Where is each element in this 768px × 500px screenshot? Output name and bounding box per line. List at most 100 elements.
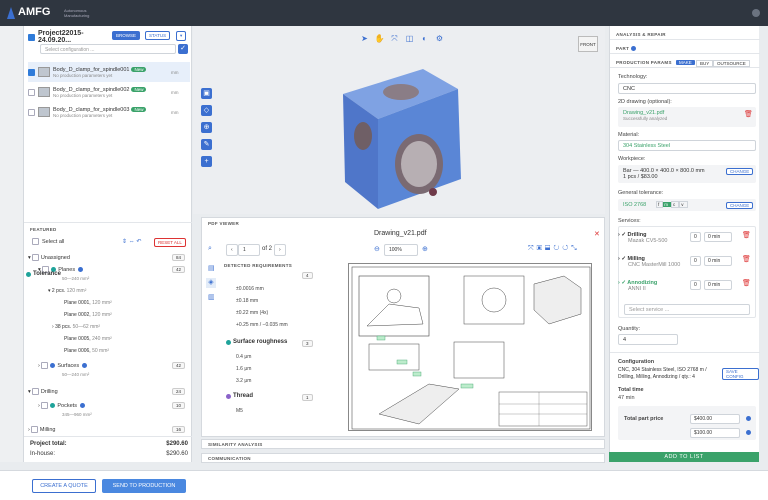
3d-model[interactable] xyxy=(333,64,473,214)
tree-row[interactable]: › Milling xyxy=(28,426,56,433)
buy-tab[interactable]: BUY xyxy=(696,60,714,67)
similarity-analysis-bar[interactable]: SIMILARITY ANALYSIS xyxy=(201,439,605,449)
service-time[interactable]: 0 min xyxy=(704,280,732,290)
confirm-check-icon[interactable]: ✓ xyxy=(178,44,188,54)
hand-icon[interactable]: ✋ xyxy=(374,33,385,44)
part-item[interactable]: Body_D_clamp_for_spindle001 New No produc… xyxy=(28,62,190,82)
service-drilling[interactable]: › ✓ Drilling Mazak CV5-500 xyxy=(618,232,756,244)
pointer-icon[interactable]: ➤ xyxy=(359,33,370,44)
config-select[interactable]: Select configuration ... xyxy=(40,44,176,54)
communication-bar[interactable]: COMMUNICATION xyxy=(201,453,605,463)
requirement-item[interactable]: 3.2 μm xyxy=(236,378,326,384)
section-icon[interactable]: ◫ xyxy=(404,33,415,44)
info-icon[interactable] xyxy=(79,403,85,408)
part-checkbox[interactable] xyxy=(28,108,35,116)
gear-icon[interactable]: ⚙ xyxy=(434,33,445,44)
project-checkbox[interactable] xyxy=(28,33,35,41)
requirement-item[interactable]: +0.25 mm / −0.035 mm xyxy=(236,322,326,328)
zoom-select[interactable]: 100% xyxy=(384,244,418,256)
zoom-out-icon[interactable]: ⊖ xyxy=(374,245,380,253)
technical-drawing[interactable] xyxy=(348,263,592,431)
expand-collapse-icon[interactable]: ⇕ ⇔ ↶ xyxy=(122,238,141,245)
display-mode-icon[interactable]: ◐ xyxy=(419,33,430,44)
part-checkbox[interactable] xyxy=(28,88,35,96)
fit-view-icon[interactable]: ⤧ xyxy=(389,33,400,44)
requirement-item[interactable]: 0.4 μm xyxy=(236,354,326,360)
price-input-2[interactable]: $100.00 xyxy=(690,428,740,438)
requirement-item[interactable]: M5 xyxy=(236,408,326,414)
part-item[interactable]: Body_D_clamp_for_spindle002 New No produc… xyxy=(28,82,190,102)
requirement-item[interactable]: 1.6 μm xyxy=(236,366,326,372)
outsource-tab[interactable]: OUTSOURCE xyxy=(713,60,750,67)
requirement-item[interactable]: ±0.0016 mm xyxy=(236,286,326,292)
part-bar[interactable]: PART xyxy=(610,44,760,54)
info-icon[interactable] xyxy=(82,363,88,368)
requirement-item[interactable]: ±0.22 mm (4x) xyxy=(236,310,326,316)
tree-row[interactable]: Plane 0001, 120 mm² xyxy=(64,300,112,306)
select-service[interactable]: Select service ... xyxy=(624,304,750,315)
tree-row[interactable]: ▾ Unassigned xyxy=(28,254,70,261)
trash-icon[interactable]: 🗑 xyxy=(744,110,753,118)
service-qty[interactable]: 0 xyxy=(690,256,701,266)
info-icon[interactable] xyxy=(746,430,751,435)
view-cube[interactable]: FRONT xyxy=(578,36,598,52)
analysis-repair-bar[interactable]: ANALYSIS & REPAIR xyxy=(610,30,760,40)
tree-row[interactable]: ▾ 2 pcs. 120 mm² xyxy=(48,288,86,294)
layers-icon[interactable]: ◇ xyxy=(201,105,212,116)
tree-row[interactable]: › Pockets xyxy=(38,402,85,409)
send-to-production-button[interactable]: SEND TO PRODUCTION xyxy=(102,479,186,493)
chevron-down-icon[interactable]: ▾ xyxy=(176,31,187,41)
service-qty[interactable]: 0 xyxy=(690,232,701,242)
page-input[interactable]: 1 xyxy=(238,244,260,256)
create-quote-button[interactable]: CREATE A QUOTE xyxy=(32,479,96,493)
part-checkbox[interactable] xyxy=(28,68,35,76)
bookmark-icon[interactable]: ▥ xyxy=(208,293,215,301)
service-annodizing[interactable]: › ✓ Annodizing ANNI II xyxy=(618,280,756,292)
tree-row[interactable]: › 38 pcs. 50—62 mm² xyxy=(52,324,100,330)
quantity-select[interactable]: 4 xyxy=(618,334,678,345)
save-config-button[interactable]: SAVE CONFIG xyxy=(722,368,759,380)
part-item[interactable]: Body_D_clamp_for_spindle003 New No produc… xyxy=(28,102,190,122)
status-button[interactable]: STATUS xyxy=(145,31,171,40)
price-input-1[interactable]: $400.00 xyxy=(690,414,740,424)
tree-row[interactable]: Plane 0006, 50 mm² xyxy=(64,348,109,354)
tree-row[interactable]: Plane 0002, 120 mm² xyxy=(64,312,112,318)
next-page-button[interactable]: › xyxy=(274,244,286,256)
trash-icon[interactable]: 🗑 xyxy=(742,255,751,263)
service-milling[interactable]: › ✓ Milling CNC MasterMill 1000 xyxy=(618,256,756,268)
requirements-icon[interactable]: ◈ xyxy=(206,278,216,288)
service-time[interactable]: 0 min xyxy=(704,232,732,242)
change-workpiece-button[interactable]: CHANGE xyxy=(726,168,754,175)
tree-row[interactable]: ▾ Drilling xyxy=(28,388,58,395)
tree-row[interactable]: Plane 0005, 240 mm² xyxy=(64,336,112,342)
search-icon[interactable]: ⌕ xyxy=(208,245,212,253)
3d-viewer[interactable] xyxy=(193,26,605,214)
info-icon[interactable] xyxy=(746,416,751,421)
pdf-tools-icons[interactable]: ⤧▣⬓↻↺⤡ xyxy=(528,245,580,253)
technology-select[interactable]: CNC xyxy=(618,83,756,94)
user-avatar[interactable] xyxy=(752,9,760,17)
select-all-checkbox[interactable] xyxy=(32,238,39,245)
make-tab[interactable]: MAKE xyxy=(676,60,695,65)
plus-icon[interactable]: + xyxy=(201,156,212,167)
add-to-list-button[interactable]: ADD TO LIST xyxy=(609,452,759,462)
target-icon[interactable]: ⊕ xyxy=(201,122,212,133)
reset-all-button[interactable]: RESET ALL xyxy=(154,238,186,247)
change-tolerance-button[interactable]: CHANGE xyxy=(726,202,754,209)
trash-icon[interactable]: 🗑 xyxy=(742,279,751,287)
trash-icon[interactable]: 🗑 xyxy=(742,231,751,239)
prev-page-button[interactable]: ‹ xyxy=(226,244,238,256)
material-select[interactable]: 304 Stainless Steel xyxy=(618,140,756,151)
requirement-item[interactable]: ±0.18 mm xyxy=(236,298,326,304)
group-tolerance[interactable]: Tolerance xyxy=(24,271,118,277)
tolerance-grade-options[interactable]: fmcv xyxy=(656,201,688,208)
view-icon[interactable]: ▣ xyxy=(201,88,212,99)
project-name[interactable]: Project22015-24.09.20... xyxy=(38,30,114,44)
close-icon[interactable]: ✕ xyxy=(594,230,600,238)
service-qty[interactable]: 0 xyxy=(690,280,701,290)
select-all-row[interactable]: Select all xyxy=(32,238,64,245)
browse-button[interactable]: BROWSE xyxy=(112,31,141,40)
pencil-icon[interactable]: ✎ xyxy=(201,139,212,150)
service-time[interactable]: 0 min xyxy=(704,256,732,266)
tree-row[interactable]: › Surfaces xyxy=(38,362,88,369)
